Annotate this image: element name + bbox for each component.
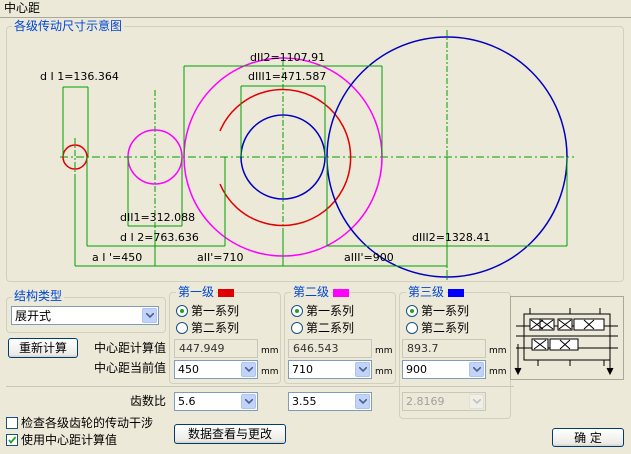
stage1-calc-unit: mm <box>261 346 279 356</box>
stage2-series2-label: 第二系列 <box>306 321 355 335</box>
stage3-color-swatch <box>448 289 464 297</box>
stage2-series1-radio[interactable] <box>291 305 303 317</box>
stage3-title: 第三级 <box>406 285 447 299</box>
stage2-current-select[interactable]: 710 <box>288 360 372 379</box>
chevron-down-icon <box>469 394 484 409</box>
stage3-current-value: 900 <box>406 363 427 376</box>
stage2-ratio-value: 3.55 <box>292 395 317 408</box>
stage3-series1-radio[interactable] <box>406 305 418 317</box>
label-a-i: a I '=450 <box>92 251 143 264</box>
interference-checkbox[interactable] <box>6 417 18 429</box>
stage2-calc-unit: mm <box>375 346 393 356</box>
stage3-series1-label: 第一系列 <box>421 304 470 318</box>
chevron-down-icon[interactable] <box>469 362 484 377</box>
stage1-series1-label: 第一系列 <box>191 304 240 318</box>
stage2-current-value: 710 <box>292 363 313 376</box>
stage2-ratio-select[interactable]: 3.55 <box>288 392 372 411</box>
gear-diagram <box>60 30 574 280</box>
stage1-title: 第一级 <box>176 285 217 299</box>
use-calc-label: 使用中心距计算值 <box>21 433 118 447</box>
label-d-ii2: dII2=1107.91 <box>250 51 326 64</box>
label-d-iii2: dIII2=1328.41 <box>412 231 491 244</box>
structure-value: 展开式 <box>15 309 52 323</box>
checkmark-icon <box>8 436 17 444</box>
label-d-ii1: dII1=312.088 <box>120 211 196 224</box>
chevron-down-icon[interactable] <box>355 394 370 409</box>
stage1-series2-radio[interactable] <box>176 322 188 334</box>
stage3-series2-radio[interactable] <box>406 322 418 334</box>
ratio-divider <box>6 386 514 387</box>
ok-button[interactable]: 确 定 <box>552 428 624 447</box>
chevron-down-icon[interactable] <box>241 394 256 409</box>
stage3-calc-unit: mm <box>489 346 507 356</box>
structure-select[interactable]: 展开式 <box>11 306 159 325</box>
calc-label: 中心距计算值 <box>94 341 167 355</box>
label-d-iii1: dIII1=471.587 <box>248 70 327 83</box>
stage3-calc-field: 893.7 <box>402 339 486 358</box>
label-a-ii: aII'=710 <box>197 251 244 264</box>
stage2-series2-radio[interactable] <box>291 322 303 334</box>
stage2-title: 第二级 <box>291 285 332 299</box>
stage2-calc-field: 646.543 <box>288 339 372 358</box>
ratio-label: 齿数比 <box>130 394 167 408</box>
stage1-series2-label: 第二系列 <box>191 321 240 335</box>
stage1-current-unit: mm <box>261 367 279 377</box>
stage1-series1-radio[interactable] <box>176 305 188 317</box>
label-d-i2: d I 2=763.636 <box>120 231 199 244</box>
stage3-ratio-value: 2.8169 <box>406 395 445 408</box>
chevron-down-icon[interactable] <box>142 308 157 323</box>
label-d-i1: d I 1=136.364 <box>40 70 119 83</box>
recalculate-button[interactable]: 重新计算 <box>8 338 78 358</box>
stage2-color-swatch <box>333 289 349 297</box>
stage2-current-unit: mm <box>375 367 393 377</box>
stage3-current-unit: mm <box>489 367 507 377</box>
chevron-down-icon[interactable] <box>355 362 370 377</box>
stage1-current-select[interactable]: 450 <box>174 360 258 379</box>
view-modify-data-button[interactable]: 数据查看与更改 <box>174 424 286 444</box>
interference-label: 检查各级齿轮的传动干涉 <box>21 416 154 430</box>
label-a-iii: aIII'=900 <box>344 251 394 264</box>
chevron-down-icon[interactable] <box>241 362 256 377</box>
current-label: 中心距当前值 <box>94 361 167 375</box>
stage1-calc-field: 447.949 <box>174 339 258 358</box>
stage3-series2-label: 第二系列 <box>421 321 470 335</box>
stage1-ratio-select[interactable]: 5.6 <box>174 392 258 411</box>
stage3-ratio-select: 2.8169 <box>402 392 486 411</box>
use-calc-checkbox[interactable] <box>6 434 18 446</box>
gearbox-schematic-icon <box>510 296 624 380</box>
stage1-ratio-value: 5.6 <box>178 395 196 408</box>
stage1-color-swatch <box>218 289 234 297</box>
stage3-current-select[interactable]: 900 <box>402 360 486 379</box>
stage2-series1-label: 第一系列 <box>306 304 355 318</box>
structure-group-label: 结构类型 <box>12 289 65 303</box>
stage1-current-value: 450 <box>178 363 199 376</box>
